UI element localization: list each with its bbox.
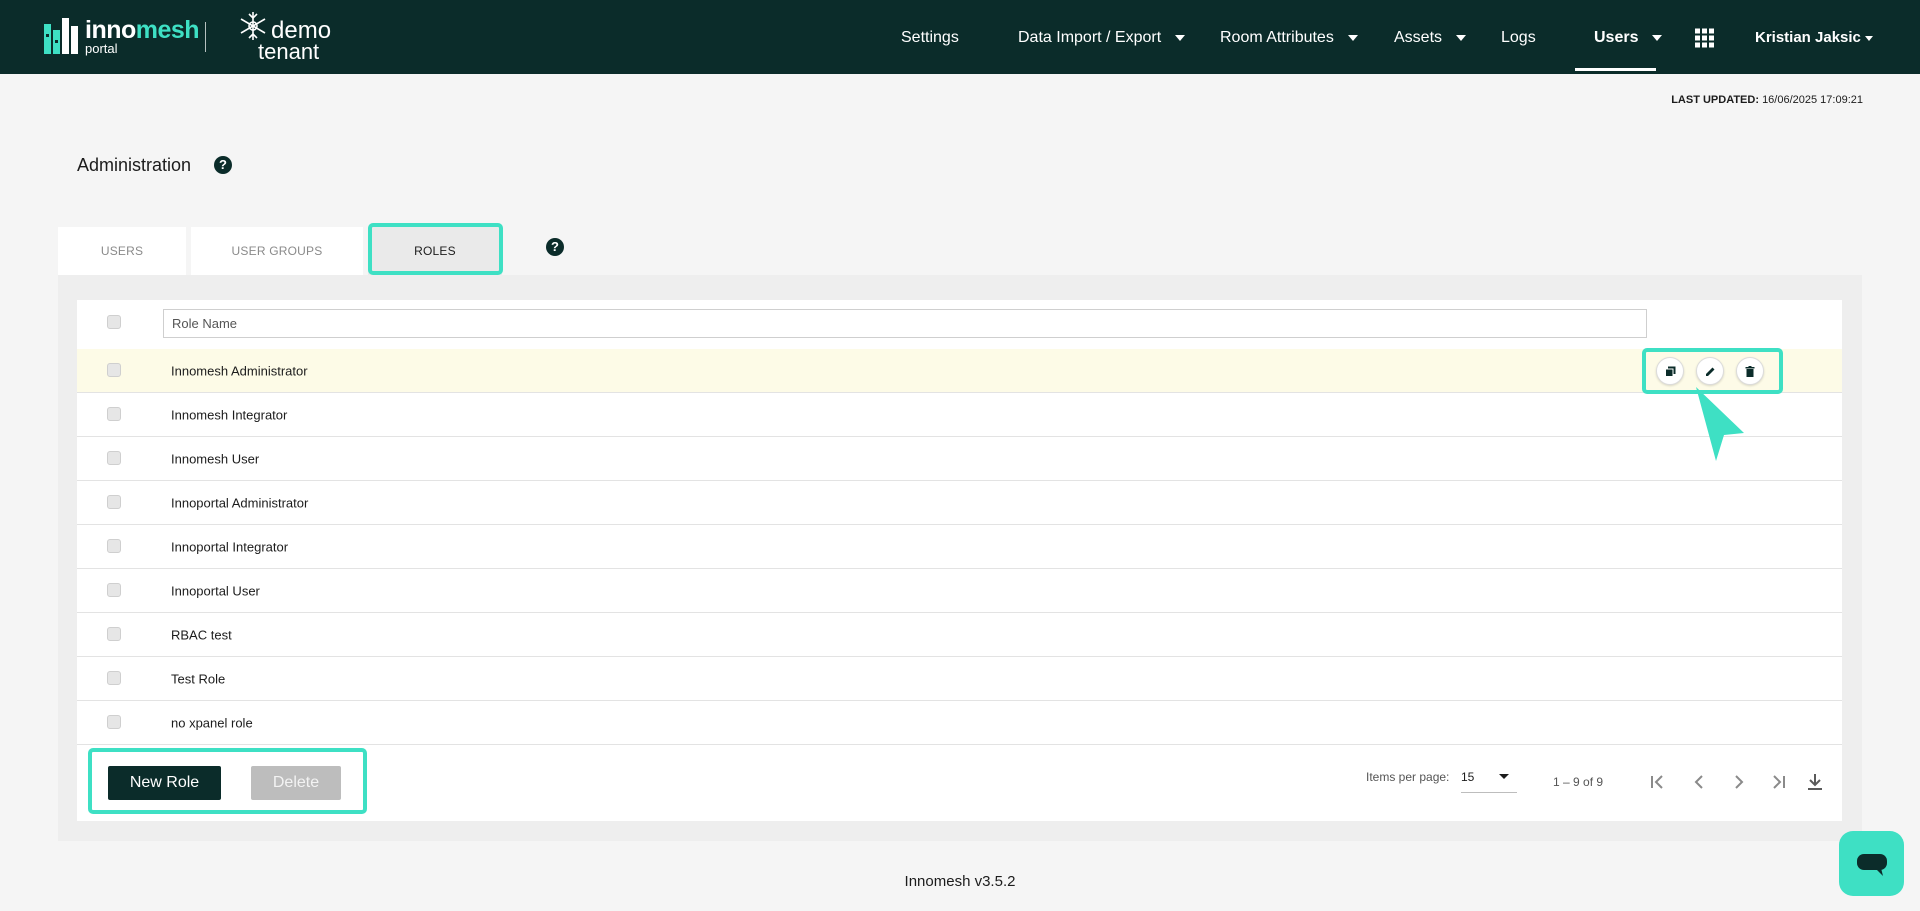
role-name: Test Role bbox=[171, 671, 226, 686]
download-button[interactable] bbox=[1802, 768, 1828, 796]
role-name: Innoportal User bbox=[171, 583, 260, 598]
nav-users[interactable]: Users bbox=[1594, 28, 1663, 48]
last-updated: LAST UPDATED: 16/06/2025 17:09:21 bbox=[1671, 94, 1863, 106]
download-icon bbox=[1808, 774, 1822, 790]
tab-user-groups-label: USER GROUPS bbox=[231, 244, 323, 258]
chevron-down-icon bbox=[1347, 35, 1358, 41]
chat-button[interactable] bbox=[1839, 831, 1904, 896]
nav-logs[interactable]: Logs bbox=[1501, 28, 1536, 48]
tab-users-label: USERS bbox=[100, 244, 144, 258]
nav-room-attributes-label: Room Attributes bbox=[1220, 29, 1334, 46]
chevron-down-icon bbox=[1456, 35, 1467, 41]
tabs-help-icon[interactable]: ? bbox=[546, 238, 564, 256]
nav-logs-label: Logs bbox=[1501, 29, 1536, 46]
items-per-page-select[interactable]: 15 bbox=[1461, 765, 1517, 793]
cursor-pointer-icon bbox=[1696, 387, 1744, 461]
table-row[interactable]: Test Role bbox=[77, 657, 1842, 701]
help-icon[interactable]: ? bbox=[214, 156, 232, 174]
row-checkbox[interactable] bbox=[107, 363, 121, 377]
bottom-actions-highlight bbox=[88, 748, 367, 814]
chevron-down-icon bbox=[1175, 35, 1186, 41]
last-updated-value: 16/06/2025 17:09:21 bbox=[1762, 94, 1863, 106]
nav-users-label: Users bbox=[1594, 29, 1639, 46]
table-row[interactable]: Innomesh Administrator bbox=[77, 349, 1842, 393]
row-checkbox[interactable] bbox=[107, 539, 121, 553]
last-updated-label: LAST UPDATED: bbox=[1671, 94, 1759, 106]
items-per-page-label: Items per page: bbox=[1366, 770, 1450, 784]
chevron-left-icon bbox=[1694, 775, 1703, 789]
items-per-page-value: 15 bbox=[1461, 770, 1475, 784]
table-row[interactable]: Innoportal Integrator bbox=[77, 525, 1842, 569]
role-name: RBAC test bbox=[171, 627, 232, 642]
top-navigation-bar: innomesh portal demo tenant Settings Dat… bbox=[0, 0, 1920, 74]
nav-data-import-label: Data Import / Export bbox=[1018, 29, 1162, 46]
table-row[interactable]: no xpanel role bbox=[77, 701, 1842, 745]
table-row[interactable]: Innomesh User bbox=[77, 437, 1842, 481]
snowflake-icon bbox=[240, 12, 266, 40]
last-page-button[interactable] bbox=[1765, 768, 1791, 796]
page-title: Administration bbox=[77, 155, 192, 175]
nav-settings-label: Settings bbox=[901, 29, 959, 46]
chat-icon bbox=[1857, 854, 1887, 876]
row-checkbox[interactable] bbox=[107, 451, 121, 465]
chevron-down-icon bbox=[1864, 35, 1873, 41]
app-version: Innomesh v3.5.2 bbox=[904, 873, 1016, 890]
active-nav-indicator bbox=[1575, 68, 1656, 71]
role-name: Innomesh Integrator bbox=[171, 407, 288, 422]
nav-assets-label: Assets bbox=[1394, 29, 1443, 46]
row-checkbox[interactable] bbox=[107, 583, 121, 597]
user-menu[interactable]: Kristian Jaksic bbox=[1755, 28, 1873, 48]
innomesh-logo[interactable]: innomesh portal bbox=[44, 16, 200, 56]
row-checkbox[interactable] bbox=[107, 671, 121, 685]
role-name-filter-input[interactable] bbox=[163, 309, 1647, 338]
chevron-down-icon bbox=[1652, 35, 1663, 41]
select-all-checkbox[interactable] bbox=[107, 315, 121, 329]
user-name: Kristian Jaksic bbox=[1755, 29, 1861, 46]
brand-sub: portal bbox=[85, 41, 118, 56]
next-page-button[interactable] bbox=[1726, 768, 1752, 796]
roles-tab-highlight bbox=[368, 223, 503, 275]
nav-settings[interactable]: Settings bbox=[901, 28, 959, 48]
nav-assets[interactable]: Assets bbox=[1394, 28, 1467, 48]
innomesh-logo-icon bbox=[44, 18, 78, 54]
chevron-right-icon bbox=[1735, 775, 1744, 789]
role-name: Innoportal Administrator bbox=[171, 495, 309, 510]
previous-page-button[interactable] bbox=[1686, 768, 1712, 796]
last-page-icon bbox=[1773, 775, 1785, 789]
logo-divider bbox=[205, 22, 206, 52]
tab-users[interactable]: USERS bbox=[58, 227, 186, 275]
row-checkbox[interactable] bbox=[107, 627, 121, 641]
apps-grid-icon[interactable] bbox=[1695, 28, 1714, 48]
nav-room-attributes[interactable]: Room Attributes bbox=[1220, 28, 1358, 48]
brand-name: innomesh bbox=[85, 16, 200, 44]
tab-user-groups[interactable]: USER GROUPS bbox=[191, 227, 363, 275]
first-page-icon bbox=[1651, 775, 1663, 789]
row-checkbox[interactable] bbox=[107, 495, 121, 509]
role-name: Innomesh User bbox=[171, 451, 260, 466]
table-row[interactable]: Innoportal User bbox=[77, 569, 1842, 613]
role-name: Innoportal Integrator bbox=[171, 539, 289, 554]
first-page-button[interactable] bbox=[1645, 768, 1671, 796]
pagination-range: 1 – 9 of 9 bbox=[1553, 775, 1604, 789]
row-checkbox[interactable] bbox=[107, 407, 121, 421]
table-row[interactable]: RBAC test bbox=[77, 613, 1842, 657]
role-name: no xpanel role bbox=[171, 715, 253, 730]
role-name: Innomesh Administrator bbox=[171, 363, 308, 378]
nav-data-import-export[interactable]: Data Import / Export bbox=[1018, 28, 1186, 48]
chevron-down-icon bbox=[1499, 774, 1509, 779]
row-checkbox[interactable] bbox=[107, 715, 121, 729]
table-row[interactable]: Innomesh Integrator bbox=[77, 393, 1842, 437]
table-row[interactable]: Innoportal Administrator bbox=[77, 481, 1842, 525]
tenant-name-line2: tenant bbox=[258, 39, 320, 64]
